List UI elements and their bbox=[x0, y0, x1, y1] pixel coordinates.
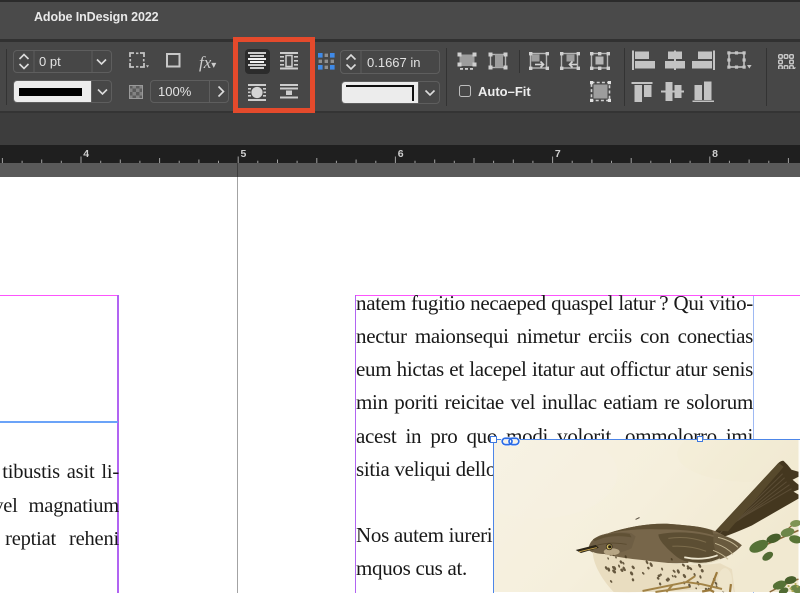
svg-text:7: 7 bbox=[555, 148, 561, 160]
svg-text:6: 6 bbox=[398, 148, 404, 160]
svg-text:8: 8 bbox=[712, 148, 718, 160]
svg-text:4: 4 bbox=[83, 148, 89, 160]
svg-text:5: 5 bbox=[241, 148, 247, 160]
